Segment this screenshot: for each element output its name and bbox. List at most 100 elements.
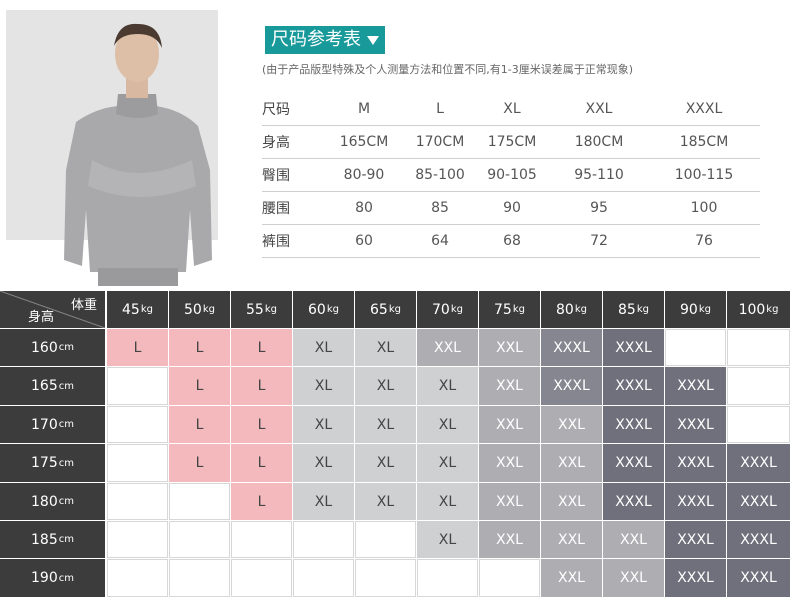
size-cell: L <box>169 329 230 366</box>
size-cell: XL <box>417 483 478 520</box>
weight-value: 80 <box>556 301 574 318</box>
size-cell: XXXL <box>603 483 664 520</box>
model-figure <box>64 23 212 286</box>
height-value: 175 <box>31 455 58 471</box>
empty-cell <box>169 483 230 520</box>
size-table-cell: M <box>322 93 406 126</box>
size-table-cell: 90 <box>474 191 550 225</box>
size-cell: XL <box>355 367 416 405</box>
height-row-header: 170 cm <box>0 406 105 443</box>
size-cell: XL <box>355 329 416 366</box>
height-row-header: 180 cm <box>0 483 105 520</box>
corner-height-label: 身高 <box>28 310 55 325</box>
empty-cell <box>727 406 790 443</box>
weight-unit: kg <box>388 304 401 315</box>
size-table-cell: 76 <box>648 224 760 258</box>
weight-value: 70 <box>432 301 450 318</box>
size-table-cell: 175CM <box>474 125 550 159</box>
empty-cell <box>107 483 168 520</box>
weight-unit: kg <box>326 304 339 315</box>
size-cell: L <box>231 483 292 520</box>
size-table-cell: 165CM <box>322 125 406 159</box>
height-row-header: 190 cm <box>0 559 105 597</box>
height-value: 160 <box>31 339 58 356</box>
height-unit: cm <box>58 342 74 353</box>
size-cell: XXL <box>603 559 664 597</box>
size-cell: XXXL <box>727 444 790 482</box>
size-cell: XL <box>293 367 354 405</box>
size-chart-title: 尺码参考表 <box>265 26 385 54</box>
height-row-header: 160 cm <box>0 329 105 366</box>
weight-value: 45 <box>122 301 140 318</box>
empty-cell <box>169 521 230 558</box>
size-table-cell: XL <box>474 93 550 126</box>
empty-cell <box>231 521 292 558</box>
size-table-row: 腰围 80 85 90 95 100 <box>262 191 760 225</box>
size-table-row-label: 尺码 <box>262 93 322 126</box>
size-table-row: 身高 165CM 170CM 175CM 180CM 185CM <box>262 125 760 159</box>
size-table-row-label: 臀围 <box>262 158 322 192</box>
height-value: 185 <box>31 531 58 548</box>
size-cell: XL <box>355 444 416 482</box>
size-cell: L <box>231 444 292 482</box>
weight-header: 90 kg <box>665 291 726 328</box>
size-cell: XXXL <box>541 367 602 405</box>
empty-cell <box>107 367 168 405</box>
empty-cell <box>107 521 168 558</box>
size-cell: XXXL <box>541 329 602 366</box>
size-cell: XXXL <box>727 521 790 558</box>
title-text: 尺码参考表 <box>271 29 361 50</box>
empty-cell <box>107 406 168 443</box>
size-cell: L <box>231 329 292 366</box>
size-cell: XL <box>293 483 354 520</box>
size-table-cell: 170CM <box>406 125 474 159</box>
size-cell: XXL <box>541 559 602 597</box>
size-table-cell: 80-90 <box>322 158 406 192</box>
size-table-cell: 64 <box>406 224 474 258</box>
size-cell: XXL <box>541 521 602 558</box>
empty-cell <box>355 559 416 597</box>
size-table-cell: 180CM <box>550 125 648 159</box>
size-cell: XL <box>417 444 478 482</box>
weight-value: 100 <box>738 301 766 318</box>
weight-unit: kg <box>202 304 215 315</box>
triangle-down-icon <box>367 35 379 45</box>
size-table-cell: XXXL <box>648 93 760 126</box>
height-unit: cm <box>58 496 74 507</box>
size-table-cell: 100 <box>648 191 760 225</box>
size-reference-table: 尺码 M L XL XXL XXXL 身高 165CM 170CM 175CM 180CM 185CM… <box>262 93 760 258</box>
size-cell: XL <box>355 483 416 520</box>
size-cell: XL <box>417 521 478 558</box>
size-table-header-row: 尺码 M L XL XXL XXXL <box>262 93 760 126</box>
empty-cell <box>417 559 478 597</box>
height-value: 180 <box>31 493 58 510</box>
size-cell: XXXL <box>603 444 664 482</box>
model-photo <box>6 10 244 286</box>
size-cell: XL <box>417 406 478 443</box>
height-unit: cm <box>58 457 74 469</box>
empty-cell <box>231 559 292 597</box>
weight-value: 65 <box>370 301 388 318</box>
size-cell: XXL <box>541 444 602 482</box>
size-cell: XL <box>417 367 478 405</box>
size-cell: XXL <box>479 444 540 482</box>
weight-header: 85 kg <box>603 291 664 328</box>
size-table-cell: L <box>406 93 474 126</box>
size-table-row: 裤围 60 64 68 72 76 <box>262 224 760 258</box>
empty-cell <box>727 367 790 405</box>
size-cell: XXL <box>603 521 664 558</box>
size-table-cell: 185CM <box>648 125 760 159</box>
measurement-note: (由于产品版型特殊及个人测量方法和位置不同,有1-3厘米误差属于正常现象) <box>262 63 634 76</box>
weight-unit: kg <box>450 304 463 315</box>
weight-header: 70 kg <box>417 291 478 328</box>
size-table-row-label: 身高 <box>262 125 322 159</box>
weight-value: 75 <box>494 301 512 318</box>
size-cell: XXXL <box>665 521 726 558</box>
size-cell: XXXL <box>603 367 664 405</box>
size-cell: XXXL <box>603 406 664 443</box>
empty-cell <box>293 521 354 558</box>
weight-unit: kg <box>512 304 525 315</box>
height-unit: cm <box>58 534 74 545</box>
weight-value: 60 <box>308 301 326 318</box>
weight-unit: kg <box>574 304 587 315</box>
